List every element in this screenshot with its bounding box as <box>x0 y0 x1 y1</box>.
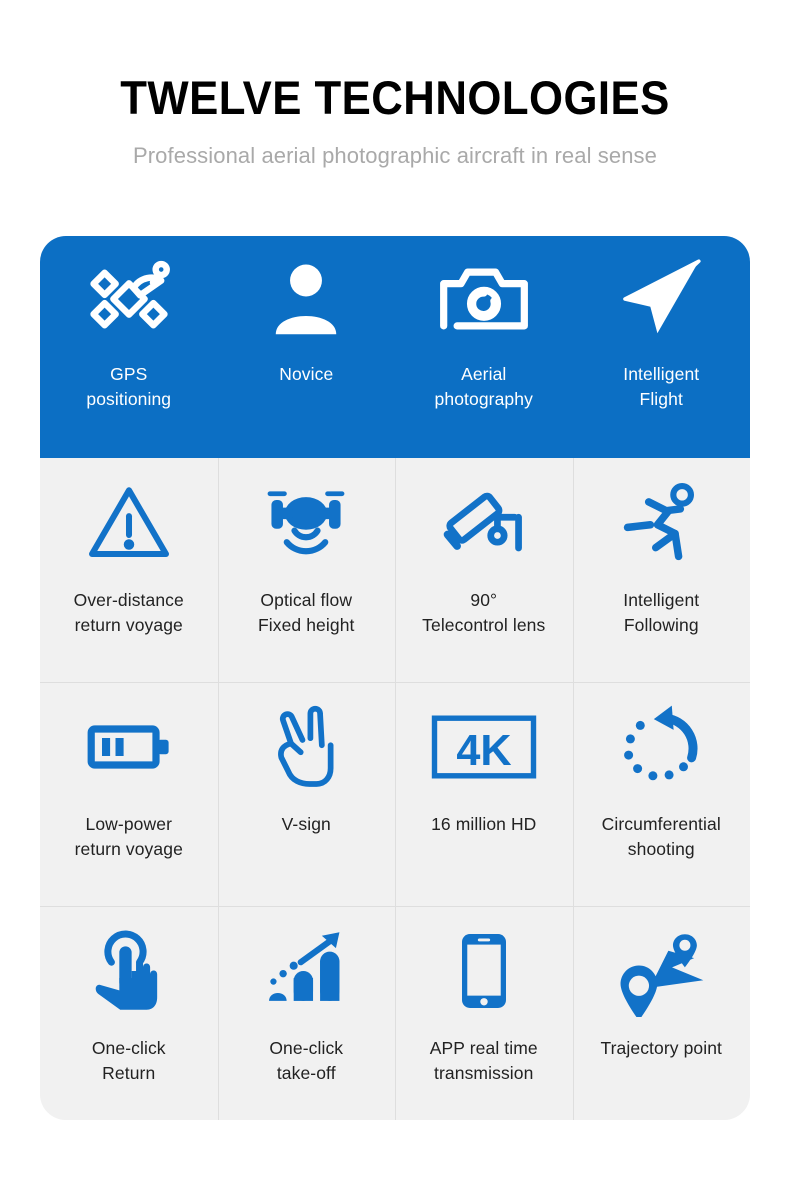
feature-cell[interactable]: Novice <box>217 236 396 458</box>
feature-label: Over-distance return voyage <box>68 588 190 638</box>
feature-label: Circumferential shooting <box>596 812 727 862</box>
feature-label: Low-power return voyage <box>69 812 189 862</box>
smartphone-icon <box>395 906 573 1036</box>
feature-label: One-click Return <box>86 1036 172 1086</box>
feature-label: 16 million HD <box>425 812 542 837</box>
svg-text:4K: 4K <box>456 727 511 775</box>
feature-cell[interactable]: Intelligent Following <box>572 458 751 682</box>
feature-label-line1: GPS <box>110 364 148 384</box>
page-subtitle: Professional aerial photographic aircraf… <box>132 143 657 168</box>
feature-label: Intelligent Following <box>617 588 705 638</box>
feature-label: Aerial photography <box>429 362 539 412</box>
feature-label-line1: Circumferential <box>601 814 721 834</box>
feature-cell[interactable]: Circumferential shooting <box>572 682 751 906</box>
camera-icon <box>395 236 573 362</box>
feature-label-line2: return voyage <box>74 838 183 859</box>
feature-label: GPS positioning <box>80 362 177 412</box>
feature-label-line1: One-click <box>91 1038 166 1058</box>
feature-label-line1: One-click <box>269 1038 344 1058</box>
security-camera-icon <box>395 458 573 588</box>
features-card: GPS positioning Novice Aerial photography … <box>40 236 750 1120</box>
feature-label-line2: take-off <box>276 1062 336 1083</box>
paper-plane-icon <box>573 236 751 362</box>
feature-label-line2: Flight <box>639 388 683 409</box>
circular-arrow-icon <box>573 682 751 812</box>
feature-label-line2: return voyage <box>74 614 183 635</box>
feature-label-line1: Over-distance <box>73 590 184 610</box>
feature-cell[interactable]: Optical flow Fixed height <box>217 458 396 682</box>
page-root: TWELVE TECHNOLOGIES Professional aerial … <box>0 0 790 1185</box>
feature-cell[interactable]: V-sign <box>217 682 396 906</box>
feature-label-line2: photography <box>434 388 533 409</box>
feature-label-line1: 16 million HD <box>431 814 537 834</box>
feature-label-line2: shooting <box>627 838 695 859</box>
feature-label: 90° Telecontrol lens <box>416 588 551 638</box>
header: TWELVE TECHNOLOGIES Professional aerial … <box>0 0 790 169</box>
feature-cell[interactable]: One-click Return <box>40 906 218 1120</box>
feature-label-line2: Telecontrol lens <box>422 614 546 635</box>
feature-label-line1: Low-power <box>85 814 172 834</box>
feature-cell[interactable]: 90° Telecontrol lens <box>395 458 573 682</box>
feature-cell[interactable]: 4K 16 million HD <box>395 682 573 906</box>
feature-label-line1: APP real time <box>429 1038 538 1058</box>
trajectory-route-icon <box>573 906 751 1036</box>
feature-label: Novice <box>273 362 339 387</box>
feature-label-line2: positioning <box>86 388 172 409</box>
feature-label-line2: Return <box>102 1062 156 1083</box>
drone-sonar-icon <box>218 458 396 588</box>
feature-label: Intelligent Flight <box>617 362 705 412</box>
feature-cell[interactable]: Aerial photography <box>395 236 573 458</box>
battery-icon <box>40 682 218 812</box>
running-person-icon <box>573 458 751 588</box>
page-title: TWELVE TECHNOLOGIES <box>120 71 670 124</box>
feature-label: V-sign <box>276 812 337 837</box>
feature-label-line2: Following <box>623 614 699 635</box>
person-icon <box>218 236 396 362</box>
feature-label-line2: transmission <box>434 1062 534 1083</box>
feature-label-line1: Aerial <box>461 364 507 384</box>
warning-triangle-icon <box>40 458 218 588</box>
4k-badge-icon: 4K <box>395 682 573 812</box>
feature-label: Optical flow Fixed height <box>252 588 361 638</box>
feature-label-line1: 90° <box>470 590 498 610</box>
feature-label: APP real time transmission <box>424 1036 544 1086</box>
feature-label-line2: Fixed height <box>257 614 355 635</box>
feature-label: Trajectory point <box>594 1036 728 1061</box>
features-grid: GPS positioning Novice Aerial photography … <box>40 236 750 1120</box>
feature-label-line1: Intelligent <box>623 364 700 384</box>
feature-label-line1: Trajectory point <box>600 1038 723 1058</box>
satellite-icon <box>40 236 218 362</box>
ascending-bars-icon <box>218 906 396 1036</box>
feature-label-line1: Intelligent <box>623 590 700 610</box>
feature-label: One-click take-off <box>263 1036 349 1086</box>
v-sign-hand-icon <box>218 682 396 812</box>
feature-cell[interactable]: Over-distance return voyage <box>40 458 218 682</box>
feature-label-line1: V-sign <box>281 814 331 834</box>
feature-label-line1: Novice <box>279 364 334 384</box>
feature-label-line1: Optical flow <box>260 590 353 610</box>
feature-cell[interactable]: One-click take-off <box>217 906 396 1120</box>
feature-cell[interactable]: GPS positioning <box>40 236 218 458</box>
feature-cell[interactable]: Trajectory point <box>572 906 751 1120</box>
feature-cell[interactable]: Low-power return voyage <box>40 682 218 906</box>
feature-cell[interactable]: APP real time transmission <box>395 906 573 1120</box>
tap-hand-icon <box>40 906 218 1036</box>
feature-cell[interactable]: Intelligent Flight <box>572 236 751 458</box>
